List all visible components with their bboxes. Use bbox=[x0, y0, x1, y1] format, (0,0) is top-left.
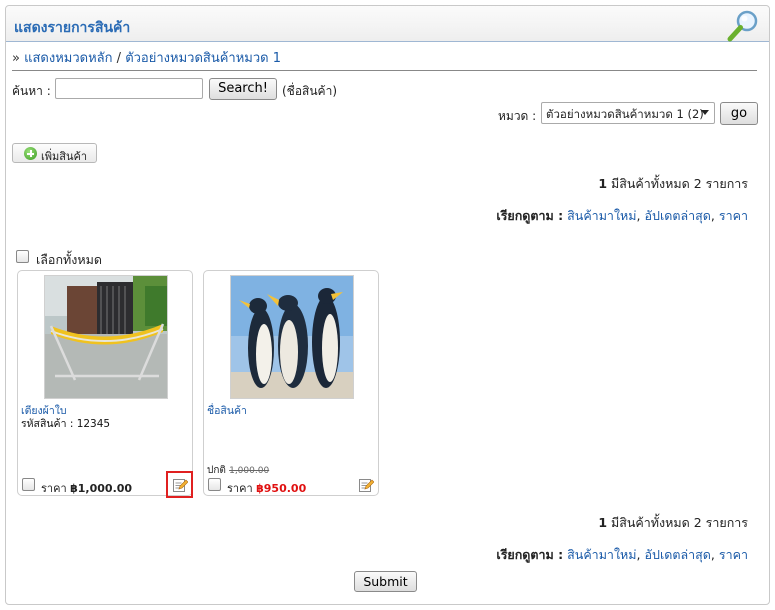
page-number: 1 bbox=[598, 515, 608, 530]
panel-header: แสดงรายการสินค้า bbox=[6, 6, 769, 42]
edit-icon-highlight bbox=[166, 471, 193, 498]
page-title: แสดงรายการสินค้า bbox=[14, 20, 131, 36]
sort-updated-link[interactable]: อัปเดตล่าสุด bbox=[645, 208, 711, 223]
category-label: หมวด : bbox=[498, 109, 537, 123]
penguins-image bbox=[231, 276, 353, 398]
sort-sep: , bbox=[710, 208, 715, 223]
product-image-hammock[interactable] bbox=[44, 275, 168, 399]
sale-price-value: ฿950.00 bbox=[256, 482, 307, 495]
sort-new-link[interactable]: สินค้ามาใหม่ bbox=[567, 547, 636, 562]
breadcrumb: » แสดงหมวดหลัก / ตัวอย่างหมวดสินค้าหมวด … bbox=[12, 47, 281, 68]
divider bbox=[12, 70, 757, 71]
edit-icon[interactable] bbox=[358, 477, 374, 493]
select-all-checkbox[interactable] bbox=[16, 250, 29, 263]
normal-price-value: 1,000.00 bbox=[229, 466, 270, 476]
sort-label: เรียกดูตาม : bbox=[496, 208, 564, 223]
count-text: มีสินค้าทั้งหมด 2 รายการ bbox=[611, 176, 748, 191]
product-checkbox[interactable] bbox=[208, 478, 221, 491]
chevron-down-icon bbox=[701, 110, 709, 115]
product-card: เตียงผ้าใบ รหัสสินค้า : 12345 ราคา ฿1,00… bbox=[17, 270, 193, 496]
breadcrumb-current-link[interactable]: ตัวอย่างหมวดสินค้าหมวด 1 bbox=[125, 51, 281, 66]
add-product-button[interactable]: เพิ่มสินค้า bbox=[12, 143, 97, 163]
sort-sep: , bbox=[710, 547, 715, 562]
hammock-image bbox=[45, 276, 167, 398]
add-icon bbox=[24, 147, 37, 160]
sort-label: เรียกดูตาม : bbox=[496, 547, 564, 562]
count-text: มีสินค้าทั้งหมด 2 รายการ bbox=[611, 515, 748, 530]
product-name-link[interactable]: ชื่อสินค้า bbox=[207, 402, 247, 419]
select-all-label: เลือกทั้งหมด bbox=[36, 252, 102, 267]
product-card: ชื่อสินค้า ปกติ 1,000.00 ราคา ฿950.00 bbox=[203, 270, 379, 496]
sort-updated-link[interactable]: อัปเดตล่าสุด bbox=[645, 547, 711, 562]
price-label: ราคา bbox=[227, 482, 253, 495]
category-selected-value: ตัวอย่างหมวดสินค้าหมวด 1 (2) bbox=[546, 107, 704, 121]
product-checkbox[interactable] bbox=[22, 478, 35, 491]
sort-new-link[interactable]: สินค้ามาใหม่ bbox=[567, 208, 636, 223]
sort-sep: , bbox=[636, 547, 641, 562]
search-hint: (ชื่อสินค้า) bbox=[282, 84, 338, 98]
search-label: ค้นหา : bbox=[12, 84, 51, 98]
price-label-wrap: ราคา ฿1,000.00 bbox=[41, 479, 132, 497]
price-label: ราคา bbox=[41, 482, 67, 495]
normal-price: ปกติ 1,000.00 bbox=[207, 463, 269, 478]
sort-price-link[interactable]: ราคา bbox=[719, 208, 748, 223]
product-image-penguins[interactable] bbox=[230, 275, 354, 399]
sort-bar-top: เรียกดูตาม : สินค้ามาใหม่, อัปเดตล่าสุด,… bbox=[496, 206, 748, 226]
price-value: ฿1,000.00 bbox=[70, 482, 133, 495]
sort-price-link[interactable]: ราคา bbox=[719, 547, 748, 562]
sort-bar-bottom: เรียกดูตาม : สินค้ามาใหม่, อัปเดตล่าสุด,… bbox=[496, 545, 748, 565]
breadcrumb-root-link[interactable]: แสดงหมวดหลัก bbox=[24, 51, 112, 66]
product-count-bottom: 1 มีสินค้าทั้งหมด 2 รายการ bbox=[598, 513, 748, 533]
magnifier-icon bbox=[727, 10, 758, 42]
add-product-label: เพิ่มสินค้า bbox=[41, 150, 88, 163]
page-number: 1 bbox=[598, 176, 608, 191]
go-button[interactable]: go bbox=[720, 102, 758, 125]
sort-sep: , bbox=[636, 208, 641, 223]
submit-button[interactable]: Submit bbox=[354, 571, 417, 592]
product-count-top: 1 มีสินค้าทั้งหมด 2 รายการ bbox=[598, 174, 748, 194]
category-select[interactable]: ตัวอย่างหมวดสินค้าหมวด 1 (2) bbox=[541, 102, 715, 124]
product-code: รหัสสินค้า : 12345 bbox=[21, 418, 111, 430]
search-input[interactable] bbox=[55, 78, 203, 99]
breadcrumb-prefix: » bbox=[12, 51, 20, 66]
price-label-wrap: ราคา ฿950.00 bbox=[227, 479, 306, 497]
search-button[interactable]: Search! bbox=[209, 78, 277, 100]
breadcrumb-separator: / bbox=[116, 51, 122, 66]
normal-price-label: ปกติ bbox=[207, 465, 226, 476]
